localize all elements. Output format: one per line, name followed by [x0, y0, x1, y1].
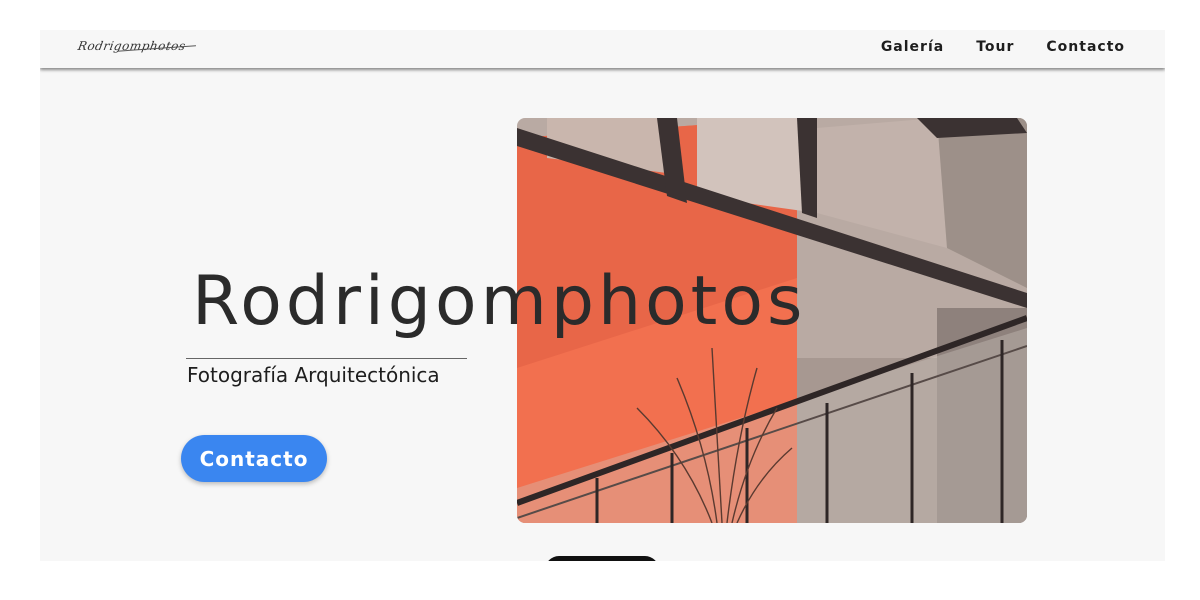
title-divider — [186, 358, 467, 359]
site-logo[interactable]: Rodrigomphotos — [77, 39, 187, 53]
nav-link-galeria[interactable]: Galería — [881, 39, 944, 55]
hero-subtitle: Fotografía Arquitectónica — [187, 363, 440, 387]
bottom-tab[interactable] — [545, 556, 659, 561]
nav-link-contacto[interactable]: Contacto — [1046, 39, 1125, 55]
nav-link-tour[interactable]: Tour — [976, 39, 1014, 55]
hero-title: Rodrigomphotos — [192, 262, 807, 341]
top-navbar: Rodrigomphotos Galería Tour Contacto — [40, 30, 1165, 68]
page-frame: Rodrigomphotos Galería Tour Contacto Rod… — [40, 30, 1165, 561]
main-nav: Galería Tour Contacto — [881, 30, 1125, 64]
contact-button[interactable]: Contacto — [181, 435, 327, 482]
